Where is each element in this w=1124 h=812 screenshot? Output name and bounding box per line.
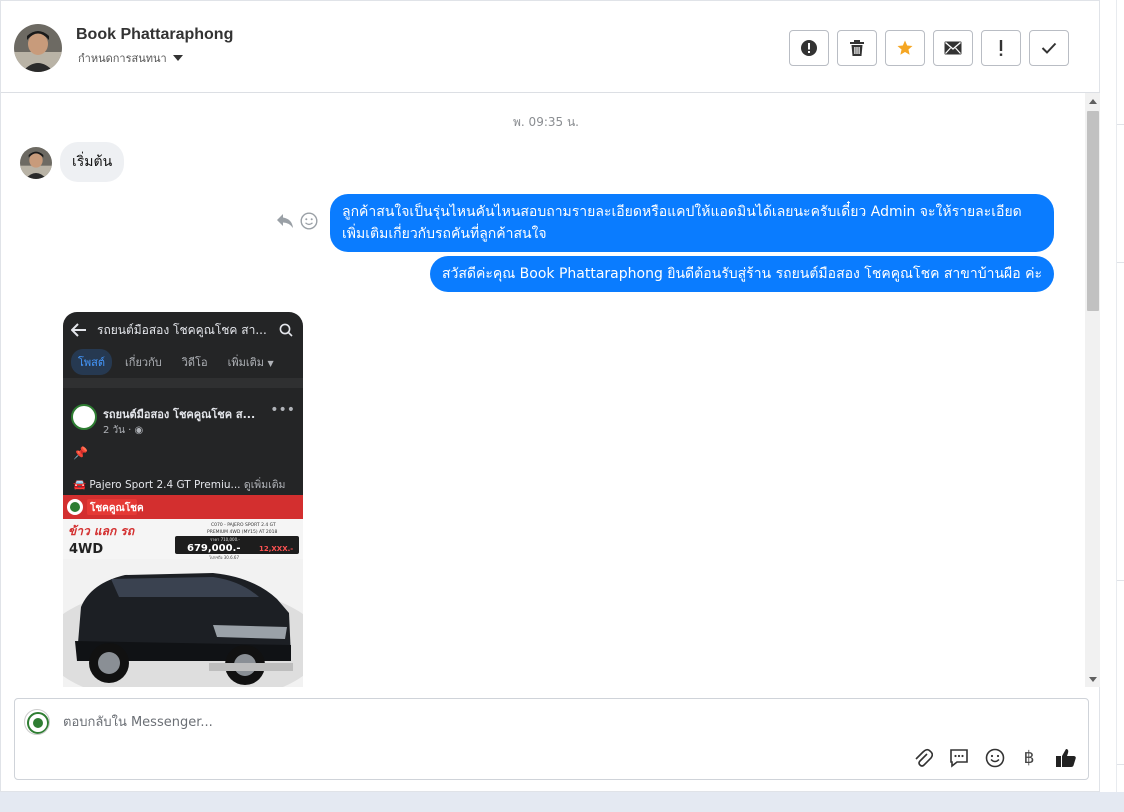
caret-down-icon: [172, 55, 183, 61]
image-attachment[interactable]: รถยนต์มือสอง โชคคูณโชค สา... โพสต์ เกี่ย…: [63, 312, 303, 687]
post-header: รถยนต์มือสอง โชคคูณโชค ส... 2 วัน · ◉ ••…: [63, 396, 303, 446]
ad-old-price: ราคา 710,000.-: [210, 537, 240, 542]
contact-name[interactable]: Book Phattaraphong: [76, 26, 233, 44]
trash-icon: [850, 40, 864, 56]
reply-icon[interactable]: [276, 213, 294, 229]
star-button[interactable]: [885, 30, 925, 66]
reply-input[interactable]: [63, 711, 963, 733]
saved-replies-button[interactable]: [946, 745, 972, 771]
caret-down-icon: ▼: [267, 359, 274, 368]
report-spam-button[interactable]: [789, 30, 829, 66]
sender-avatar[interactable]: [20, 147, 52, 179]
pin-icon: 📌: [73, 446, 88, 460]
ad-headline: ข้าว แลก รถ: [68, 524, 135, 538]
assign-conversation-dropdown[interactable]: กำหนดการสนทนา: [78, 49, 183, 67]
message-scrollbar[interactable]: [1085, 93, 1101, 687]
message-actions: [276, 212, 318, 230]
like-button[interactable]: [1053, 745, 1079, 771]
tab-posts: โพสต์: [71, 349, 113, 375]
baht-icon: ฿: [1023, 748, 1035, 768]
react-smiley-icon[interactable]: [300, 212, 318, 230]
page-logo: [71, 404, 97, 430]
ad-valid: โปรฯถึง 30.6.67: [209, 555, 239, 560]
speech-bubble-icon: [950, 749, 968, 768]
message-list: พ. 09:35 น. เริ่มต้น ลูกค้าสนใจเป็นรุ่นไ…: [1, 93, 1085, 687]
smiley-icon: [985, 748, 1005, 768]
ad-price: 679,000.-: [187, 543, 241, 554]
check-icon: [1041, 42, 1057, 54]
divider: [63, 378, 303, 388]
outgoing-message[interactable]: สวัสดีค่ะคุณ Book Phattaraphong ยินดีต้อ…: [429, 256, 1054, 292]
delete-button[interactable]: [837, 30, 877, 66]
car-icon: 🚘: [73, 479, 87, 491]
message-timestamp: พ. 09:35 น.: [513, 115, 579, 129]
post-author: รถยนต์มือสอง โชคคูณโชค ส...: [103, 408, 256, 421]
page-header-title: รถยนต์มือสอง โชคคูณโชค สา...: [97, 322, 267, 337]
tab-about: เกี่ยวกับ: [125, 356, 162, 369]
emoji-button[interactable]: [982, 745, 1008, 771]
globe-icon: ◉: [134, 425, 144, 436]
thumbs-up-icon: [1056, 749, 1076, 767]
search-icon: [279, 323, 293, 337]
back-arrow-icon: [71, 323, 86, 337]
contact-avatar[interactable]: [14, 24, 62, 72]
attach-file-button[interactable]: [910, 745, 936, 771]
ad-model-line2: PREMIUM 4WD (MY15) AT 2018: [207, 529, 278, 535]
mark-done-button[interactable]: [1029, 30, 1069, 66]
car-ad-image: โชคคูณโชค ข้าว แลก รถ 4WD C070 - PAJERO …: [63, 495, 303, 687]
ad-drive: 4WD: [69, 542, 103, 557]
ad-brand: โชคคูณโชค: [89, 501, 144, 515]
side-panel-edge: [1100, 0, 1124, 792]
divider: [1116, 0, 1117, 792]
scroll-up-arrow-icon[interactable]: [1085, 93, 1101, 109]
post-meta: 2 วัน · ◉: [103, 425, 144, 436]
tab-videos: วิดีโอ: [181, 356, 208, 369]
reply-composer: ฿: [14, 698, 1089, 780]
mark-unread-button[interactable]: [933, 30, 973, 66]
mark-important-button[interactable]: [981, 30, 1021, 66]
paperclip-icon: [915, 748, 933, 767]
tab-more: เพิ่มเติม ▼: [227, 356, 274, 369]
envelope-icon: [944, 41, 962, 55]
payment-button[interactable]: ฿: [1016, 745, 1042, 771]
assign-label: กำหนดการสนทนา: [78, 52, 167, 65]
page-logo-avatar: [24, 709, 50, 735]
exclamation-circle-icon: [801, 40, 817, 56]
star-icon: [897, 40, 913, 55]
ad-extra: 12,XXX.-: [259, 545, 293, 553]
ad-model-line1: C070 - PAJERO SPORT 2.4 GT: [211, 522, 276, 528]
more-icon: •••: [270, 402, 295, 418]
scroll-down-arrow-icon[interactable]: [1085, 671, 1101, 687]
post-text: 🚘 Pajero Sport 2.4 GT Premiu... ดูเพิ่มเ…: [73, 479, 286, 491]
conversation-header: Book Phattaraphong กำหนดการสนทนา: [1, 1, 1101, 93]
conversation-panel: Book Phattaraphong กำหนดการสนทนา พ. 09:3…: [0, 0, 1101, 792]
incoming-message[interactable]: เริ่มต้น: [60, 142, 125, 182]
exclamation-icon: [999, 40, 1003, 56]
outgoing-message[interactable]: ลูกค้าสนใจเป็นรุ่นไหนคันไหนสอบถามรายละเอ…: [330, 194, 1054, 252]
scroll-thumb[interactable]: [1087, 111, 1099, 311]
